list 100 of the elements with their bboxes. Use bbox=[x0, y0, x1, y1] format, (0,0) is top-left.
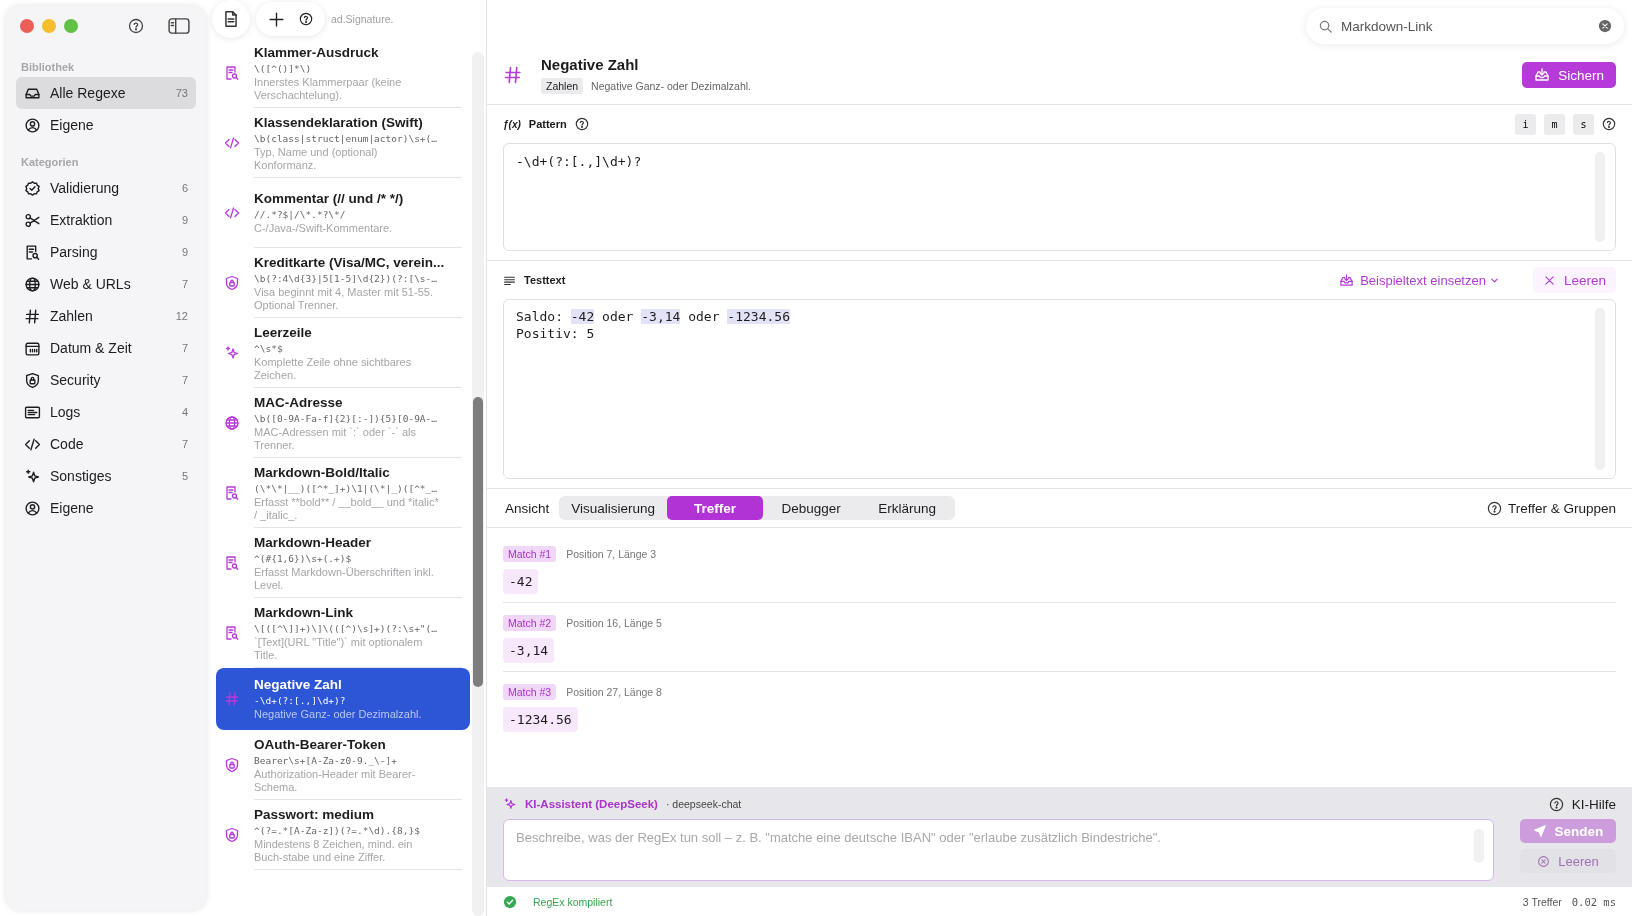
test-text-editor[interactable]: Saldo: -42 oder -3,14 oder -1234.56 Positiv: 5 bbox=[503, 299, 1616, 479]
item-count: 9 bbox=[181, 246, 188, 258]
regex-list-item[interactable]: Markdown-Header ^(#{1,6})\s+(.+)$ Erfasst Markdown-Überschriften inkl. Level. bbox=[216, 528, 470, 598]
item-pattern: \b(class|struct|enum|actor)\s+(… bbox=[254, 132, 439, 144]
sidebar-item[interactable]: Alle Regexe 73 bbox=[16, 77, 196, 109]
item-count: 6 bbox=[181, 182, 188, 194]
function-icon: ƒ(x) bbox=[503, 118, 521, 130]
regex-list-item[interactable]: Klammer-Ausdruck \([^()]*\) Innerstes Klammerpaar (keine Verschachtelung). bbox=[216, 38, 470, 108]
shield-lock-icon bbox=[224, 827, 240, 843]
item-count: 9 bbox=[181, 214, 188, 226]
flag-toggle[interactable]: m bbox=[1544, 113, 1565, 135]
calendar-icon bbox=[24, 339, 41, 357]
regex-list-item[interactable]: Markdown-Link \[([^\]]+)\]\(([^)\s]+)(?:\s+"(… `[Text](URL "Title")` mit optionalem Title. bbox=[216, 598, 470, 668]
regex-list-item[interactable]: Passwort: medium ^(?=.*[A-Za-z])(?=.*\d).{8,}$ Mindestens 8 Zeichen, mind. ein Buch-stabe und eine Ziffer. bbox=[216, 800, 470, 870]
clear-button[interactable]: Leeren bbox=[1532, 267, 1616, 293]
sidebar-item[interactable]: Security 7 bbox=[16, 364, 196, 396]
item-description: Authorization-Header mit Bearer-Schema. bbox=[254, 767, 417, 794]
sidebar-item[interactable]: Code 7 bbox=[16, 428, 196, 460]
flag-toggle[interactable]: s bbox=[1573, 113, 1594, 135]
tray-icon bbox=[1339, 272, 1355, 288]
code-icon bbox=[224, 205, 240, 221]
sidebar-item[interactable]: Logs 4 bbox=[16, 396, 196, 428]
help-link[interactable]: KI-Hilfe bbox=[1571, 796, 1616, 812]
insert-sample-button[interactable]: Beispieltext einsetzen bbox=[1333, 271, 1505, 289]
regex-title: Negative Zahl bbox=[541, 56, 640, 73]
match-position: Position 7, Länge 3 bbox=[566, 548, 657, 560]
save-button[interactable]: Sichern bbox=[1522, 62, 1616, 88]
item-title: Kreditkarte (Visa/MC, verein... bbox=[254, 254, 446, 270]
help-link[interactable]: Treffer & Gruppen bbox=[1507, 500, 1616, 516]
item-title: MAC-Adresse bbox=[254, 394, 344, 410]
help-icon[interactable] bbox=[299, 12, 313, 26]
category-tag: Zahlen bbox=[541, 78, 584, 94]
sidebar-item[interactable]: Sonstiges 5 bbox=[16, 460, 196, 492]
regex-description: Negative Ganz- oder Dezimalzahl. bbox=[591, 80, 751, 92]
shield-lock-icon bbox=[224, 275, 240, 291]
regex-list-item[interactable]: Kreditkarte (Visa/MC, verein... \b(?:4\d{3}|5[1-5]\d{2})(?:[\s-… Visa beginnt mit 4, Master mit 51-55. Optional Trenner. bbox=[216, 248, 470, 318]
item-count: 7 bbox=[181, 374, 188, 386]
regex-list-item[interactable]: MAC-Adresse \b([0-9A-Fa-f]{2}[:-]){5}[0-9A-… MAC-Adressen mit `:` oder `-` als Trenner. bbox=[216, 388, 470, 458]
prompt-field[interactable]: Beschreibe, was der RegEx tun soll – z. B. "matche eine deutsche IBAN" oder "erlaube zusätzlich Bindestriche". bbox=[503, 819, 1494, 881]
sidebar-item[interactable]: Zahlen 12 bbox=[16, 300, 196, 332]
help-icon[interactable] bbox=[1602, 117, 1616, 131]
item-title: Negative Zahl bbox=[254, 677, 343, 692]
sparkle-icon bbox=[503, 797, 517, 811]
assistant-title: KI-Assistent (DeepSeek) bbox=[525, 798, 658, 810]
regex-list-item[interactable]: Klassendeklaration (Swift) \b(class|struct|enum|actor)\s+(… Typ, Name und (optional) Konformanz. bbox=[216, 108, 470, 178]
regex-list-item[interactable]: Leerzeile ^\s*$ Komplette Zeile ohne sichtbares Zeichen. bbox=[216, 318, 470, 388]
regex-list-item[interactable]: Negative Zahl -\d+(?:[.,]\d+)? Negative Ganz- oder Dezimalzahl. bbox=[216, 668, 470, 730]
sidebar-toggle-icon[interactable] bbox=[168, 17, 190, 35]
match-value: -1234.56 bbox=[503, 707, 578, 732]
pattern-editor[interactable]: -\d+(?:[.,]\d+)? bbox=[503, 143, 1616, 251]
view-tab[interactable]: Treffer bbox=[667, 496, 764, 520]
search-field[interactable]: Markdown-Link bbox=[1306, 8, 1624, 44]
globe-icon bbox=[224, 415, 240, 431]
match-badge: Match #2 bbox=[503, 615, 557, 631]
flag-toggle[interactable]: i bbox=[1515, 113, 1536, 135]
view-tab[interactable]: Erklärung bbox=[859, 496, 956, 520]
document-search-icon bbox=[224, 625, 240, 641]
sidebar-item[interactable]: Datum & Zeit 7 bbox=[16, 332, 196, 364]
item-count: 7 bbox=[181, 438, 188, 450]
sidebar-item[interactable]: Eigene bbox=[16, 492, 196, 524]
scrollbar[interactable] bbox=[473, 397, 483, 687]
item-pattern: ^(#{1,6})\s+(.+)$ bbox=[254, 552, 353, 564]
check-circle-icon bbox=[503, 894, 517, 909]
clear-icon[interactable] bbox=[1598, 19, 1612, 33]
help-icon[interactable] bbox=[128, 18, 144, 34]
close-button[interactable] bbox=[20, 19, 34, 33]
item-title: Passwort: medium bbox=[254, 806, 376, 822]
regex-list-item[interactable]: Markdown-Bold/Italic (\*\*|__)([^*_]+)\1|(\*|_)([^*_… Erfasst **bold** / __bold__ und *italic* / _italic_. bbox=[216, 458, 470, 528]
item-description: Visa beginnt mit 4, Master mit 51-55. Optional Trenner. bbox=[254, 285, 434, 312]
item-description: Komplette Zeile ohne sichtbares Zeichen. bbox=[254, 355, 413, 382]
paper-plane-icon bbox=[1532, 824, 1547, 838]
help-icon[interactable] bbox=[574, 117, 589, 131]
view-tab[interactable]: Visualisierung bbox=[559, 496, 668, 520]
item-count: 7 bbox=[181, 342, 188, 354]
item-pattern: \([^()]*\) bbox=[254, 62, 313, 74]
hash-icon bbox=[503, 65, 523, 85]
item-description: Typ, Name und (optional) Konformanz. bbox=[254, 145, 379, 172]
check-badge-icon bbox=[24, 179, 41, 197]
sidebar-item[interactable]: Eigene bbox=[16, 109, 196, 141]
sidebar-item[interactable]: Extraktion 9 bbox=[16, 204, 196, 236]
list-icon bbox=[24, 403, 41, 421]
help-icon[interactable] bbox=[1486, 500, 1502, 516]
sidebar-item[interactable]: Validierung 6 bbox=[16, 172, 196, 204]
document-button[interactable] bbox=[212, 0, 250, 38]
scissors-icon bbox=[24, 211, 41, 229]
item-description: C-/Java-/Swift-Kommentare. bbox=[254, 222, 394, 235]
item-description: Erfasst **bold** / __bold__ und *italic* / _italic_. bbox=[254, 495, 439, 522]
shield-lock-icon bbox=[224, 757, 240, 773]
person-icon bbox=[24, 116, 41, 134]
item-title: Leerzeile bbox=[254, 324, 313, 340]
help-icon[interactable] bbox=[1548, 796, 1564, 812]
sparkle-icon bbox=[24, 467, 41, 485]
regex-list-item[interactable]: OAuth-Bearer-Token Bearer\s+[A-Za-z0-9._\-]+ Authorization-Header mit Bearer-Schema. bbox=[216, 730, 470, 800]
regex-list-item[interactable]: Kommentar (// und /* */) //.*?$|/\*.*?\*/ C-/Java-/Swift-Kommentare. bbox=[216, 178, 470, 248]
tray-icon bbox=[1534, 67, 1551, 83]
item-title: Markdown-Link bbox=[254, 604, 354, 620]
view-tab[interactable]: Debugger bbox=[763, 496, 860, 520]
sidebar-item[interactable]: Web & URLs 7 bbox=[16, 268, 196, 300]
add-icon[interactable] bbox=[268, 10, 285, 28]
sidebar-item[interactable]: Parsing 9 bbox=[16, 236, 196, 268]
